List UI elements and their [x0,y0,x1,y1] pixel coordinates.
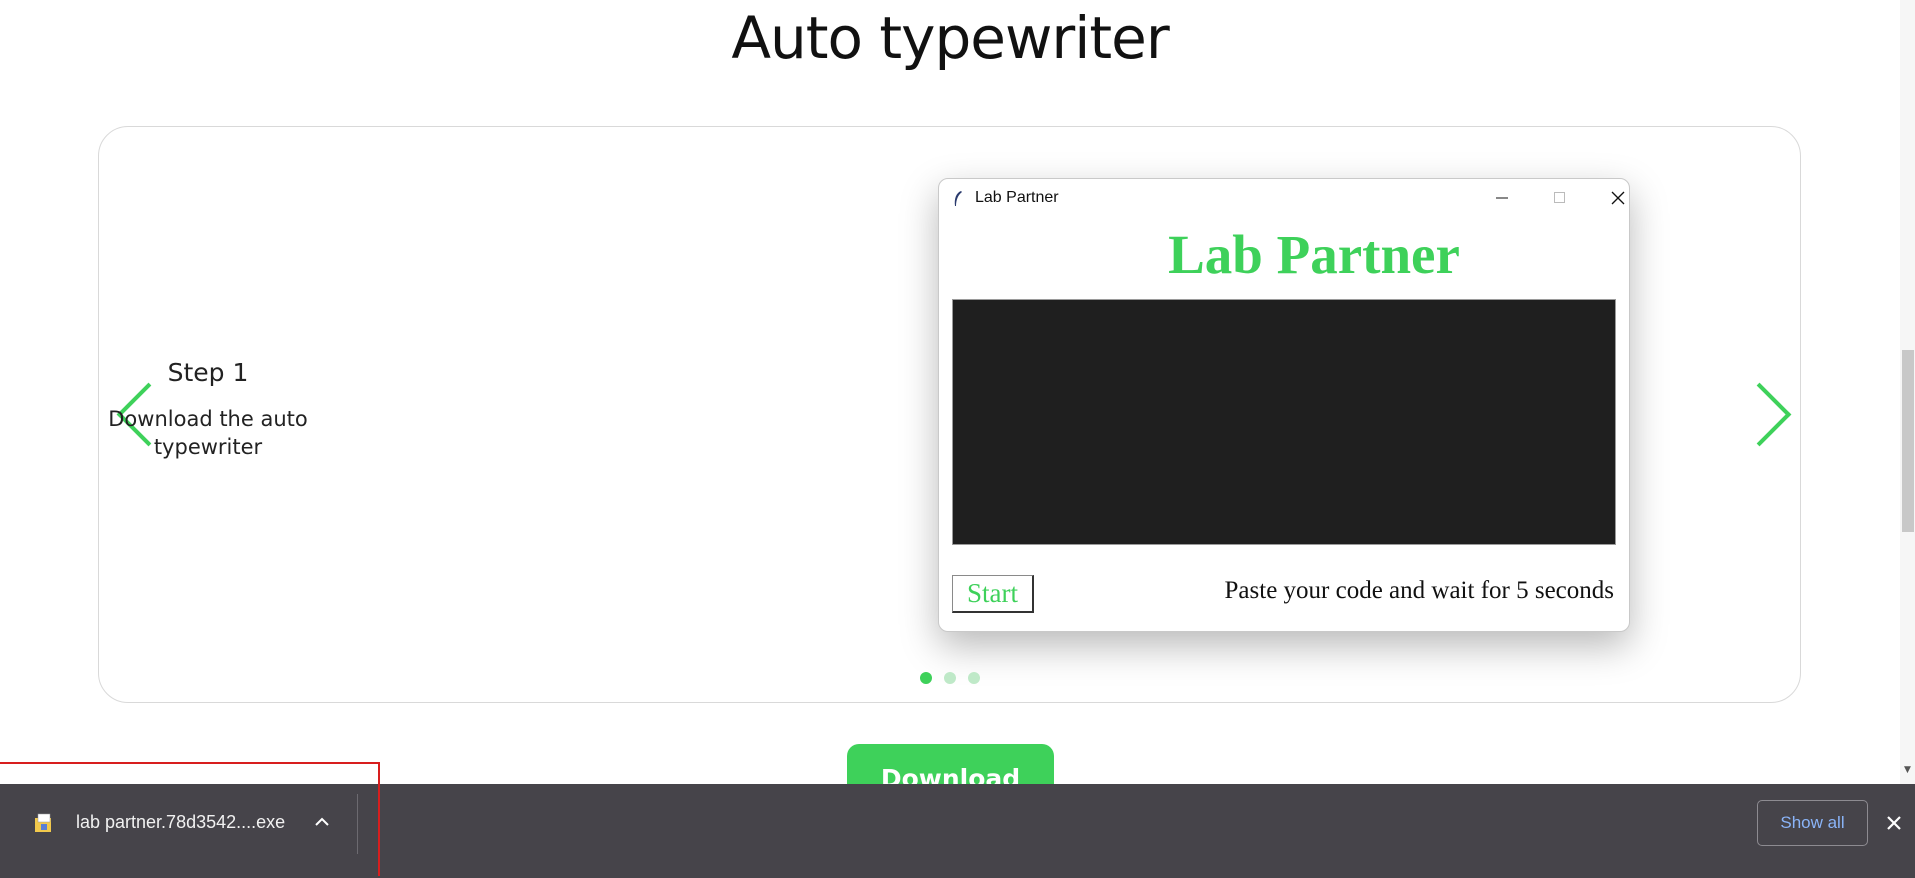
carousel-dots [920,672,980,684]
scrollbar-thumb[interactable] [1902,350,1914,532]
highlight-annotation [0,762,380,876]
scroll-down-icon[interactable]: ▼ [1904,765,1911,775]
step-description: Download the auto typewriter [108,407,308,459]
carousel-dot-2[interactable] [944,672,956,684]
status-text: Paste your code and wait for 5 seconds [1224,577,1614,604]
feather-icon [954,191,962,206]
minimize-icon[interactable] [1482,183,1522,213]
app-heading: Lab Partner [1168,224,1460,285]
carousel-dot-1[interactable] [920,672,932,684]
close-icon[interactable] [1886,815,1902,831]
start-button[interactable]: Start [952,575,1034,613]
page-title: Auto typewriter [731,4,1169,72]
app-window-screenshot: Lab Partner Lab Partner Start Paste your… [938,178,1630,632]
show-all-button[interactable]: Show all [1757,800,1868,846]
window-titlebar: Lab Partner [939,179,1629,217]
code-textarea[interactable] [952,299,1616,545]
window-title: Lab Partner [975,189,1059,206]
maximize-icon[interactable] [1540,183,1580,213]
step-title: Step 1 [167,358,249,387]
close-icon[interactable] [1598,183,1629,213]
carousel-dot-3[interactable] [968,672,980,684]
